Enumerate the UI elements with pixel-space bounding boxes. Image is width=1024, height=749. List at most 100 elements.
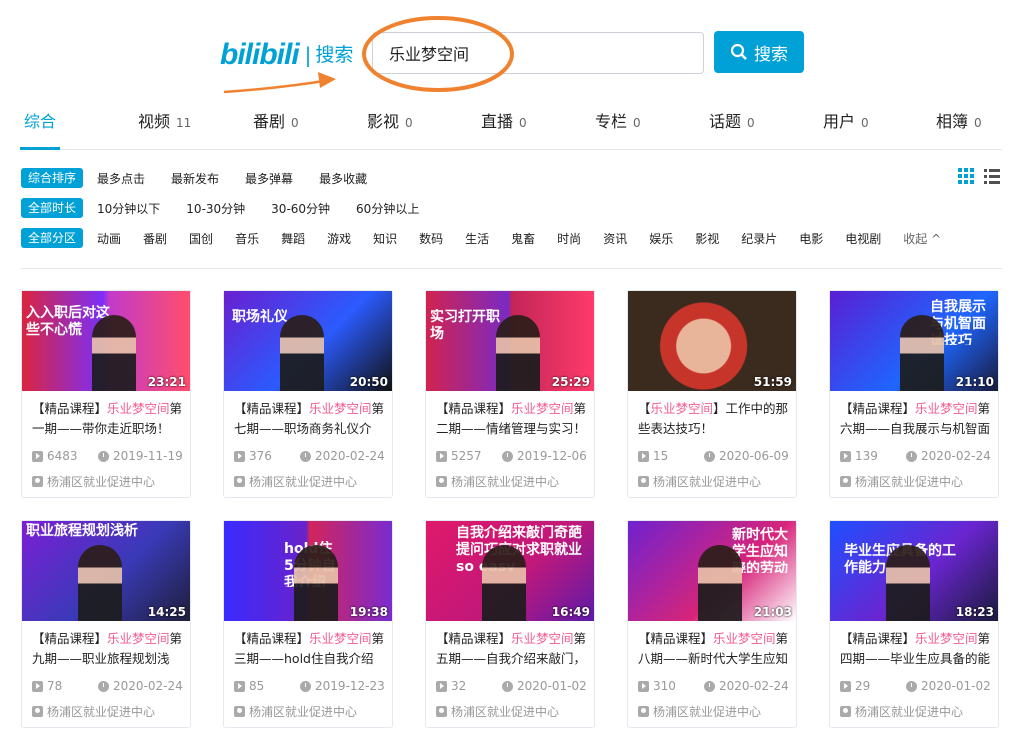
play-count: 376 [234, 449, 272, 463]
filter-zone-selected[interactable]: 全部分区 [21, 228, 84, 248]
filter-zone-option[interactable]: 鬼畜 [511, 230, 535, 247]
uploader[interactable]: 杨浦区就业促进中心 [32, 473, 155, 490]
video-card[interactable]: 新时代大学生应知晓的劳动法律知识21:03 【精品课程】乐业梦空间第八期——新时代… [627, 520, 797, 728]
filter-zone-option[interactable]: 影视 [695, 230, 719, 247]
uploader[interactable]: 杨浦区就业促进中心 [436, 473, 559, 490]
tab-topic[interactable]: 话题 0 [709, 108, 755, 132]
video-thumbnail[interactable]: 入入职后对这些不心慌 23:21 [22, 291, 190, 391]
filter-zone-option[interactable]: 电影 [799, 230, 823, 247]
uploader[interactable]: 杨浦区就业促进中心 [234, 473, 357, 490]
user-icon [32, 706, 43, 717]
tab-album[interactable]: 相簿 0 [936, 108, 982, 132]
filter-sort-option[interactable]: 最多点击 [97, 170, 145, 187]
filter-zone-option[interactable]: 舞蹈 [281, 230, 305, 247]
filter-sort-option[interactable]: 最多收藏 [319, 170, 367, 187]
play-count: 310 [638, 679, 676, 693]
video-title[interactable]: 【精品课程】乐业梦空间第七期——职场商务礼仪介 [234, 399, 386, 439]
tab-user[interactable]: 用户 0 [823, 108, 869, 132]
filter-duration-option[interactable]: 60分钟以上 [356, 200, 419, 217]
video-card[interactable]: 实习打开职场 25:29 【精品课程】乐业梦空间第二期——情绪管理与实习！ 5257 2… [425, 290, 595, 498]
filter-duration-option[interactable]: 30-60分钟 [271, 200, 330, 217]
uploader[interactable]: 杨浦区就业促进中心 [840, 473, 963, 490]
play-count-value: 85 [249, 679, 265, 693]
uploader[interactable]: 杨浦区就业促进中心 [638, 703, 761, 720]
tab-label: 综合 [24, 112, 57, 131]
filter-zone-option[interactable]: 数码 [419, 230, 443, 247]
filter-zone-option[interactable]: 纪录片 [741, 230, 777, 247]
video-thumbnail[interactable]: 实习打开职场 25:29 [426, 291, 594, 391]
tab-bangumi[interactable]: 番剧 0 [253, 108, 299, 132]
video-card[interactable]: 职场礼仪 20:50 【精品课程】乐业梦空间第七期——职场商务礼仪介 376 2020-… [223, 290, 393, 498]
play-count: 15 [638, 449, 668, 463]
grid-view-icon[interactable] [958, 168, 974, 184]
video-thumbnail[interactable]: 自我展示与机智面试技巧 21:10 [830, 291, 998, 391]
video-card[interactable]: 自我展示与机智面试技巧 21:10 【精品课程】乐业梦空间第六期——自我展示与机智面… [829, 290, 999, 498]
filter-zone-option[interactable]: 时尚 [557, 230, 581, 247]
filter-sort-option[interactable]: 最新发布 [171, 170, 219, 187]
tab-count: 0 [405, 116, 413, 130]
presenter-silhouette [886, 545, 930, 621]
filter-sort-option[interactable]: 最多弹幕 [245, 170, 293, 187]
video-card[interactable]: 自我介绍来敲门奇葩提问巧应对求职就业so easy16:49 【精品课程】乐业梦空… [425, 520, 595, 728]
filter-zone-option[interactable]: 国创 [189, 230, 213, 247]
video-thumbnail[interactable]: 毕业生应具备的工作能力 18:23 [830, 521, 998, 621]
play-count: 29 [840, 679, 870, 693]
title-keyword-highlight: 乐业梦空间 [713, 631, 776, 646]
video-title[interactable]: 【精品课程】乐业梦空间第八期——新时代大学生应知 [638, 629, 790, 669]
filter-zone-option[interactable]: 音乐 [235, 230, 259, 247]
play-count: 78 [32, 679, 62, 693]
title-keyword-highlight: 乐业梦空间 [309, 401, 372, 416]
tab-article[interactable]: 专栏 0 [595, 108, 641, 132]
uploader[interactable]: 杨浦区就业促进中心 [638, 473, 761, 490]
video-title[interactable]: 【精品课程】乐业梦空间第四期——毕业生应具备的能 [840, 629, 992, 669]
video-thumbnail[interactable]: 职业旅程规划浅析 14:25 [22, 521, 190, 621]
upload-date-value: 2019-12-06 [517, 449, 587, 463]
filter-sort-selected[interactable]: 综合排序 [21, 168, 84, 188]
filter-zone-option[interactable]: 资讯 [603, 230, 627, 247]
tab-video[interactable]: 视频 11 [138, 108, 191, 132]
search-button[interactable]: 搜索 [714, 31, 804, 73]
user-icon [840, 706, 851, 717]
user-icon [32, 476, 43, 487]
video-card[interactable]: 毕业生应具备的工作能力 18:23 【精品课程】乐业梦空间第四期——毕业生应具备的能… [829, 520, 999, 728]
uploader[interactable]: 杨浦区就业促进中心 [436, 703, 559, 720]
video-title[interactable]: 【精品课程】乐业梦空间第三期——hold住自我介绍 [234, 629, 386, 669]
video-title[interactable]: 【精品课程】乐业梦空间第六期——自我展示与机智面 [840, 399, 992, 439]
video-card[interactable]: 职业旅程规划浅析 14:25 【精品课程】乐业梦空间第九期——职业旅程规划浅 78 20… [21, 520, 191, 728]
video-card[interactable]: 51:59 【乐业梦空间】工作中的那些表达技巧！ 15 2020-06-09 杨浦区就业… [627, 290, 797, 498]
clock-icon [300, 680, 311, 692]
video-card[interactable]: hold住5分钟自我介绍19:38 【精品课程】乐业梦空间第三期——hold住自我… [223, 520, 393, 728]
video-title[interactable]: 【精品课程】乐业梦空间第九期——职业旅程规划浅 [32, 629, 184, 669]
play-icon [234, 680, 245, 692]
video-card[interactable]: 入入职后对这些不心慌 23:21 【精品课程】乐业梦空间第一期——带你走近职场！ 64… [21, 290, 191, 498]
filter-duration-option[interactable]: 10-30分钟 [186, 200, 245, 217]
video-thumbnail[interactable]: 职场礼仪 20:50 [224, 291, 392, 391]
tab-live[interactable]: 直播 0 [481, 108, 527, 132]
collapse-button[interactable]: 收起 ^ [903, 230, 941, 247]
upload-date: 2020-01-02 [906, 679, 991, 693]
filter-zone-option[interactable]: 娱乐 [649, 230, 673, 247]
filter-duration-option[interactable]: 10分钟以下 [97, 200, 160, 217]
video-title[interactable]: 【乐业梦空间】工作中的那些表达技巧！ [638, 399, 790, 439]
filter-zone-option[interactable]: 动画 [97, 230, 121, 247]
filter-zone-option[interactable]: 电视剧 [845, 230, 881, 247]
video-title[interactable]: 【精品课程】乐业梦空间第二期——情绪管理与实习！ [436, 399, 588, 439]
video-thumbnail[interactable]: 51:59 [628, 291, 796, 391]
tab-film[interactable]: 影视 0 [367, 108, 413, 132]
bilibili-logo[interactable]: bilibili | 搜索 [220, 38, 353, 72]
tab-all[interactable]: 综合 [24, 108, 56, 132]
video-title[interactable]: 【精品课程】乐业梦空间第一期——带你走近职场！ [32, 399, 184, 439]
uploader[interactable]: 杨浦区就业促进中心 [234, 703, 357, 720]
filter-zone-option[interactable]: 游戏 [327, 230, 351, 247]
filter-zone-option[interactable]: 生活 [465, 230, 489, 247]
list-view-icon[interactable] [984, 168, 1000, 184]
video-thumbnail[interactable]: hold住5分钟自我介绍19:38 [224, 521, 392, 621]
filter-zone-option[interactable]: 番剧 [143, 230, 167, 247]
video-thumbnail[interactable]: 自我介绍来敲门奇葩提问巧应对求职就业so easy16:49 [426, 521, 594, 621]
filter-zone-option[interactable]: 知识 [373, 230, 397, 247]
video-title[interactable]: 【精品课程】乐业梦空间第五期——自我介绍来敲门， [436, 629, 588, 669]
uploader[interactable]: 杨浦区就业促进中心 [840, 703, 963, 720]
video-thumbnail[interactable]: 新时代大学生应知晓的劳动法律知识21:03 [628, 521, 796, 621]
filter-duration-selected[interactable]: 全部时长 [21, 198, 84, 218]
uploader[interactable]: 杨浦区就业促进中心 [32, 703, 155, 720]
